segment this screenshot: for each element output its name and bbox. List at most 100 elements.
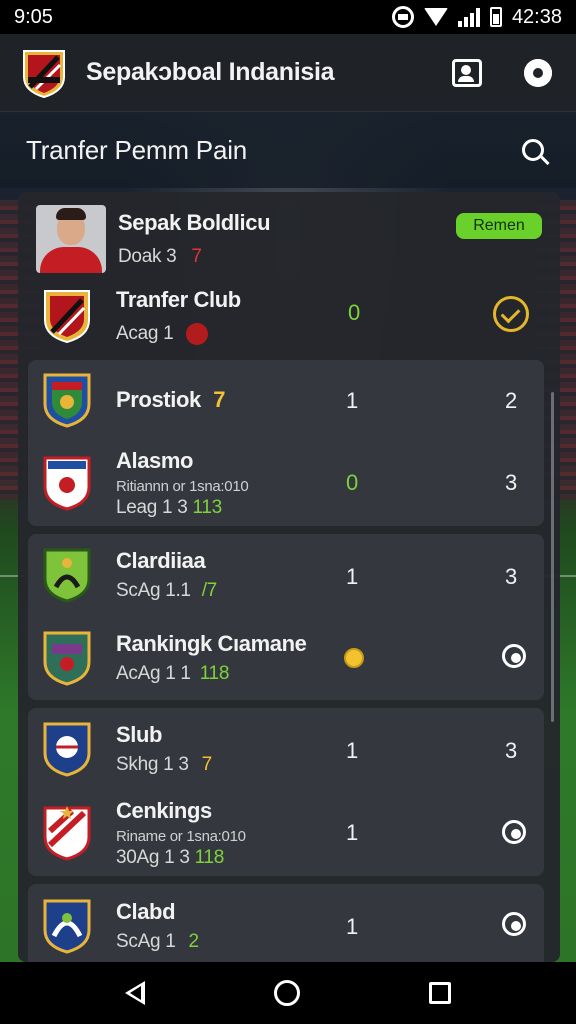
club-info: Prostiok 7 bbox=[116, 387, 226, 413]
club-name: Cenkings bbox=[116, 797, 212, 823]
do-not-disturb-icon bbox=[391, 6, 414, 28]
settings-circle-icon[interactable] bbox=[502, 820, 526, 844]
club-card: Clabd ScAg 1 2 1 bbox=[28, 884, 544, 962]
app-bar: Sepakɔboal Indanisia bbox=[0, 34, 576, 112]
stat-a: 0 bbox=[346, 470, 359, 495]
list-item[interactable]: Alasmo Ritiannn or 1sna:010 Leag 1 3 113… bbox=[42, 448, 544, 518]
club-crest-icon bbox=[43, 373, 91, 428]
club-detail: Riname or 1sna:010 bbox=[116, 827, 246, 845]
club-value: 0 bbox=[348, 300, 361, 325]
stat-a: 1 bbox=[346, 388, 359, 413]
appbar-actions bbox=[452, 58, 552, 87]
list-item[interactable]: Prostiok 7 1 2 bbox=[42, 370, 544, 430]
section-title: Tranfer Pemm Pain bbox=[26, 134, 248, 165]
list-item[interactable]: Rankingk Cıamane AcAg 1 1 118 bbox=[42, 626, 544, 690]
status-time-right: 42:38 bbox=[511, 5, 562, 28]
club-sub: Leag 1 3 113 bbox=[116, 497, 248, 519]
gear-icon[interactable] bbox=[524, 58, 552, 87]
club-detail: Ritiannn or 1sna:010 bbox=[116, 477, 249, 495]
club-accent: 7 bbox=[213, 387, 226, 412]
club-info: Alasmo Ritiannn or 1sna:010 Leag 1 3 113 bbox=[116, 447, 249, 519]
club-sub-accent: 2 bbox=[188, 931, 199, 952]
club-crest-icon bbox=[43, 548, 91, 603]
stat-a: 1 bbox=[346, 738, 359, 763]
club-sub: Acag 1 bbox=[116, 322, 241, 345]
club-sub-prefix: Skhg 1 3 bbox=[116, 754, 189, 775]
club-sub: ScAg 1.1 /7 bbox=[116, 580, 217, 602]
club-sub-prefix: 30Ag 1 3 bbox=[116, 846, 190, 868]
player-sub-accent: 7 bbox=[191, 246, 202, 267]
back-triangle-icon[interactable] bbox=[124, 981, 145, 1005]
settings-circle-icon[interactable] bbox=[502, 644, 526, 668]
club-sub-accent: /7 bbox=[201, 580, 218, 601]
club-info: Cenkings Riname or 1sna:010 30Ag 1 3 118 bbox=[116, 798, 246, 869]
home-circle-icon[interactable] bbox=[273, 980, 300, 1006]
club-sub-accent: 113 bbox=[192, 496, 223, 518]
club-crest-icon bbox=[43, 806, 91, 861]
check-circle-icon[interactable] bbox=[493, 296, 529, 332]
club-sub-accent: 118 bbox=[194, 846, 225, 868]
status-badge[interactable]: Remen bbox=[456, 213, 542, 239]
club-sub-prefix: ScAg 1 bbox=[116, 931, 176, 952]
transfer-list-panel: Sepak Boldlicu Doak 3 7 Remen Tranfer Cl… bbox=[18, 192, 560, 962]
player-photo bbox=[36, 205, 106, 273]
club-info: Clardiiaa ScAg 1.1 /7 bbox=[116, 548, 217, 602]
list-item[interactable]: Clardiiaa ScAg 1.1 /7 1 3 bbox=[42, 544, 544, 606]
club-name: Prostiok bbox=[116, 387, 201, 412]
club-crest-icon bbox=[44, 290, 90, 344]
club-sub: Skhg 1 3 7 bbox=[116, 754, 212, 776]
list-item[interactable]: Cenkings Riname or 1sna:010 30Ag 1 3 118… bbox=[42, 798, 544, 868]
club-card: Prostiok 7 1 2 Alasmo Ritiannn or 1sna:0… bbox=[28, 360, 544, 526]
profile-card-icon[interactable] bbox=[452, 58, 482, 87]
recents-square-icon[interactable] bbox=[429, 982, 452, 1004]
club-crest-icon[interactable] bbox=[20, 47, 68, 99]
scrollbar[interactable] bbox=[551, 392, 554, 722]
club-info: Clabd ScAg 1 2 bbox=[116, 899, 199, 953]
club-info: Slub Skhg 1 3 7 bbox=[116, 722, 212, 776]
stat-b: 3 bbox=[505, 738, 518, 763]
system-nav-bar bbox=[0, 962, 576, 1024]
list-item[interactable]: Clabd ScAg 1 2 1 bbox=[42, 894, 544, 958]
club-name: Clardiiaa bbox=[116, 548, 206, 573]
club-sub-prefix: ScAg 1.1 bbox=[116, 580, 191, 601]
player-name: Sepak Boldlicu bbox=[118, 210, 271, 235]
search-icon[interactable] bbox=[522, 139, 544, 161]
section-header: Tranfer Pemm Pain bbox=[0, 112, 576, 188]
club-info: Tranfer Club Acag 1 bbox=[116, 287, 241, 345]
club-sub-accent: 118 bbox=[199, 663, 230, 684]
club-crest-icon bbox=[43, 631, 91, 686]
club-sub: ScAg 1 2 bbox=[116, 931, 199, 953]
stat-b: 2 bbox=[505, 388, 518, 413]
battery-icon bbox=[489, 7, 502, 27]
player-info: Sepak Boldlicu Doak 3 7 bbox=[118, 210, 271, 268]
ball-icon bbox=[186, 322, 209, 345]
club-name: Tranfer Club bbox=[116, 286, 241, 312]
club-name: Rankingk Cıamane bbox=[116, 631, 307, 656]
club-name: Slub bbox=[116, 722, 163, 747]
list-item[interactable]: Slub Skhg 1 3 7 1 3 bbox=[42, 718, 544, 780]
featured-club-row[interactable]: Tranfer Club Acag 1 0 bbox=[42, 284, 560, 348]
club-name: Clabd bbox=[116, 899, 176, 924]
status-time-left: 9:05 bbox=[14, 5, 53, 28]
ball-icon bbox=[344, 648, 364, 668]
status-icons: 42:38 bbox=[391, 5, 562, 29]
stat-a: 1 bbox=[346, 564, 359, 589]
settings-circle-icon[interactable] bbox=[502, 912, 526, 936]
stat-a: 1 bbox=[346, 914, 359, 939]
club-crest-icon bbox=[43, 722, 91, 777]
club-card: Clardiiaa ScAg 1.1 /7 1 3 Rankingk Cıama… bbox=[28, 534, 544, 700]
club-sub: AcAg 1 1 118 bbox=[116, 663, 306, 685]
club-info: Rankingk Cıamane AcAg 1 1 118 bbox=[116, 631, 307, 685]
stat-b: 3 bbox=[505, 470, 518, 495]
app-title: Sepakɔboal Indanisia bbox=[86, 58, 335, 86]
club-sub-text: Acag 1 bbox=[116, 323, 174, 344]
club-crest-icon bbox=[43, 899, 91, 954]
stat-b: 3 bbox=[505, 564, 518, 589]
club-crest-icon bbox=[43, 456, 91, 511]
club-sub-prefix: AcAg 1 1 bbox=[116, 663, 191, 684]
stat-a: 1 bbox=[346, 820, 359, 845]
player-sub: Doak 3 7 bbox=[118, 246, 270, 268]
club-name: Alasmo bbox=[116, 447, 194, 473]
club-sub: 30Ag 1 3 118 bbox=[116, 847, 246, 869]
club-card: Slub Skhg 1 3 7 1 3 Cenkings Riname or 1… bbox=[28, 708, 544, 876]
